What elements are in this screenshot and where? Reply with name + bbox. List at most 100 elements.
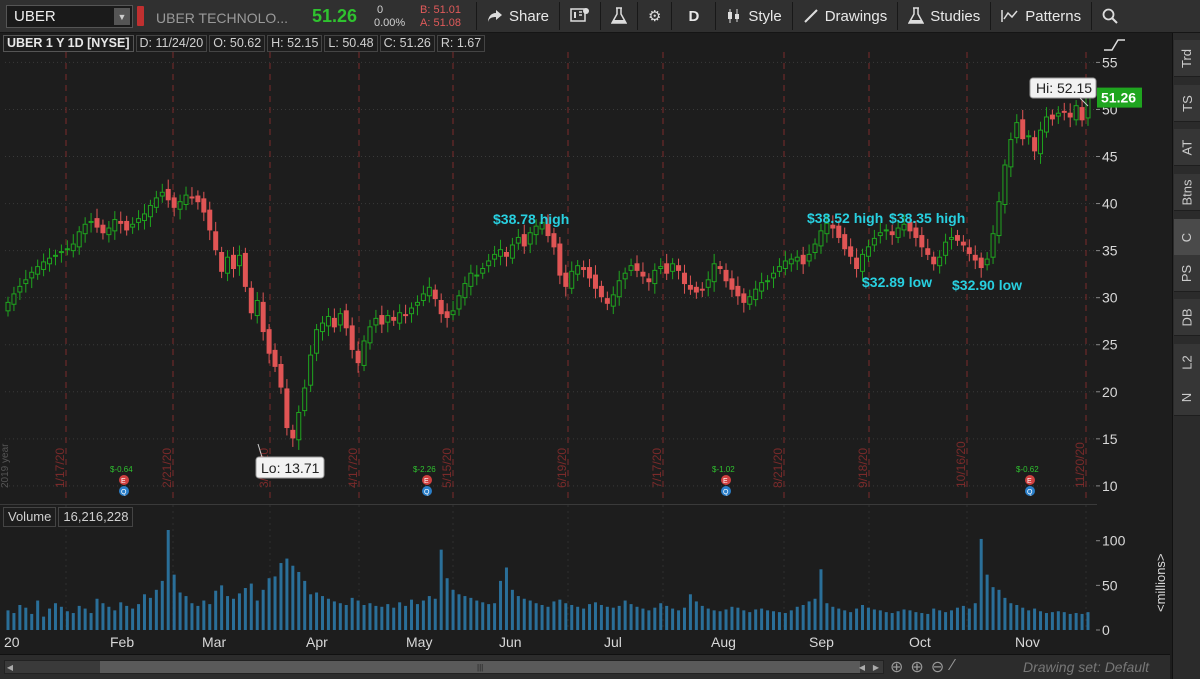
volume-bar	[552, 601, 556, 630]
settings-button[interactable]: ⚙	[638, 0, 671, 32]
candle-body	[492, 253, 498, 260]
volume-bar	[742, 610, 746, 630]
lab-button[interactable]	[601, 0, 637, 32]
scroll-left-end-icon[interactable]: ◀	[857, 661, 867, 673]
volume-bar	[558, 599, 562, 630]
tab-btns[interactable]: Btns	[1174, 174, 1200, 211]
candle-body	[361, 340, 367, 366]
chart-symbol[interactable]: UBER 1 Y 1D [NYSE]	[3, 35, 134, 52]
volume-label[interactable]: Volume	[3, 507, 57, 527]
tab-label: Trd	[1179, 48, 1195, 68]
candle-body	[551, 233, 557, 248]
volume-bar	[682, 607, 686, 630]
candle-body	[373, 317, 379, 326]
y-tick-label: 55	[1102, 54, 1118, 70]
volume-bar	[410, 599, 414, 630]
candle-body	[70, 243, 76, 252]
candle-body	[741, 293, 747, 303]
volume-bar	[961, 605, 965, 630]
symbol-input[interactable]: UBER ▼	[6, 5, 133, 28]
volume-bar	[599, 605, 603, 630]
candle-body	[284, 388, 290, 429]
candle-body	[788, 258, 794, 265]
zoom-out-icon[interactable]: ⊖	[931, 657, 944, 677]
volume-bar	[12, 613, 16, 630]
scroll-track[interactable]: ◀ ||| ◀ ▶	[4, 660, 884, 674]
crosshair-icon[interactable]: ⊕	[890, 657, 903, 677]
y-tick-label: 20	[1102, 384, 1118, 400]
net-change: 0 0.00%	[374, 4, 416, 32]
tab-label: DB	[1179, 307, 1195, 327]
volume-bar	[688, 594, 692, 630]
volume-bar	[421, 600, 425, 630]
volume-bar	[273, 576, 277, 630]
candle-body	[296, 411, 302, 441]
candle-body	[871, 237, 877, 246]
candle-body	[889, 231, 895, 236]
drawing-set-label[interactable]: Drawing set: Default	[1023, 659, 1149, 675]
candle-body	[723, 269, 729, 282]
candle-body	[860, 253, 866, 272]
volume-bar	[231, 598, 235, 630]
info-low: L: 50.48	[324, 35, 378, 52]
candle-body	[1061, 110, 1067, 113]
scroll-left-icon[interactable]: ◀	[5, 661, 15, 673]
price-chart[interactable]: 101520253035404550551/17/202/21/203/20/2…	[0, 33, 1170, 679]
candle-body	[498, 249, 504, 257]
x-month-label: Jun	[499, 634, 522, 650]
volume-bar	[451, 589, 455, 630]
volume-bar	[855, 608, 859, 630]
candle-body	[349, 325, 355, 350]
volume-bar	[83, 608, 87, 630]
tab-trd[interactable]: Trd	[1174, 40, 1200, 77]
candle-body	[806, 253, 812, 262]
candle-body	[165, 188, 171, 201]
timeframe-button[interactable]: D	[672, 0, 715, 32]
studies-button[interactable]: Studies	[898, 0, 990, 32]
volume-bar	[582, 608, 586, 630]
scroll-right-icon[interactable]: ▶	[871, 661, 881, 673]
volume-bar	[997, 589, 1001, 630]
volume-bar	[973, 603, 977, 630]
volume-bar	[570, 605, 574, 630]
tab-label: L2	[1179, 354, 1195, 370]
volume-bar	[356, 600, 360, 630]
annotation-label: $32.89 low	[862, 274, 932, 290]
flexible-grid-button[interactable]	[560, 0, 600, 32]
volume-bar	[647, 610, 651, 630]
last-price-marker-text: 51.26	[1101, 90, 1136, 106]
patterns-button[interactable]: Patterns	[991, 0, 1091, 32]
tab-c[interactable]: C	[1174, 219, 1200, 256]
volume-bar	[415, 604, 419, 630]
last-price: 51.26	[312, 6, 358, 26]
y-tick-label: 10	[1102, 478, 1118, 494]
volume-bar	[261, 589, 265, 630]
tab-at[interactable]: AT	[1174, 129, 1200, 166]
candle-body	[646, 278, 652, 283]
pencil-icon[interactable]: ⁄	[951, 657, 954, 677]
volume-bar	[457, 594, 461, 630]
volume-bar	[338, 603, 342, 630]
candle-body	[207, 209, 213, 231]
tab-n[interactable]: N	[1174, 379, 1200, 416]
zoom-in-icon[interactable]: ⊕	[910, 657, 923, 677]
candle-body	[575, 265, 581, 275]
date-label: 1/17/20	[53, 448, 67, 488]
symbol-dropdown-icon[interactable]: ▼	[114, 8, 130, 25]
candle-body	[616, 280, 622, 298]
date-label: 2/21/20	[160, 448, 174, 488]
volume-bar	[148, 597, 152, 630]
share-button[interactable]: Share	[477, 0, 559, 32]
chart-action-area	[1100, 35, 1126, 53]
drawings-button[interactable]: Drawings	[793, 0, 898, 32]
tab-ps[interactable]: PS	[1174, 255, 1200, 292]
tab-db[interactable]: DB	[1174, 299, 1200, 336]
volume-bar	[131, 608, 135, 630]
style-button[interactable]: Style	[716, 0, 791, 32]
search-button[interactable]	[1092, 0, 1124, 32]
link-color-tag[interactable]	[137, 6, 144, 26]
tab-l2[interactable]: L2	[1174, 344, 1200, 381]
tab-ts[interactable]: TS	[1174, 85, 1200, 122]
year-label: 2019 year	[0, 443, 11, 488]
volume-bar	[665, 605, 669, 630]
